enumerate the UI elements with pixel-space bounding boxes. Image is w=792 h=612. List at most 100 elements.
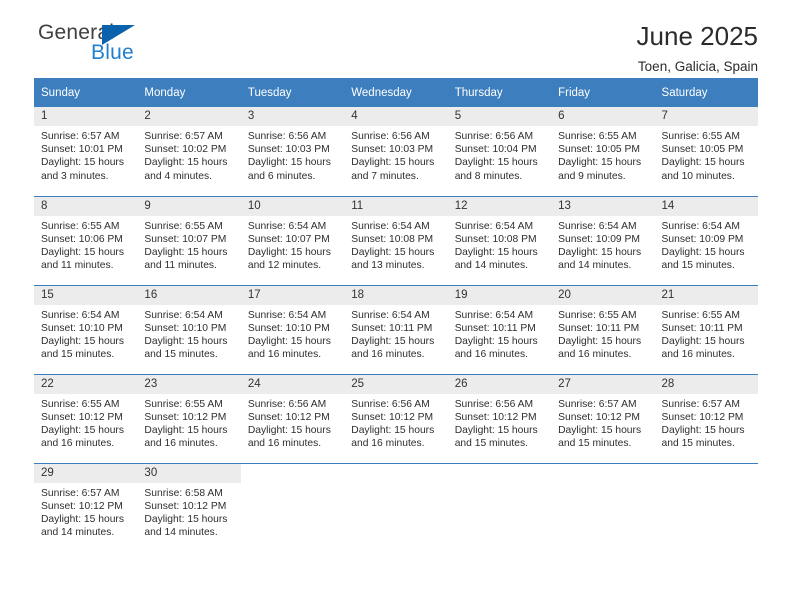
day-info: Sunrise: 6:54 AM Sunset: 10:10 PM Daylig… xyxy=(34,305,137,362)
calendar-page: General Blue June 2025 Toen, Galicia, Sp… xyxy=(0,0,792,612)
day-cell[interactable]: 26 Sunrise: 6:56 AM Sunset: 10:12 PM Day… xyxy=(447,373,552,463)
day-info: Sunrise: 6:54 AM Sunset: 10:09 PM Daylig… xyxy=(655,216,758,273)
calendar-week-row: 1 Sunrise: 6:57 AM Sunset: 10:01 PM Dayl… xyxy=(34,107,758,196)
day-cell[interactable]: 4 Sunrise: 6:56 AM Sunset: 10:03 PM Dayl… xyxy=(344,107,448,196)
sunrise-text: Sunrise: 6:54 AM xyxy=(247,220,327,232)
day-info: Sunrise: 6:57 AM Sunset: 10:02 PM Daylig… xyxy=(137,126,240,183)
daylight-text: Daylight: 15 hours and 14 minutes. xyxy=(41,513,124,539)
sunrise-text: Sunrise: 6:57 AM xyxy=(558,398,637,410)
day-number: 21 xyxy=(654,285,758,305)
day-cell[interactable]: 23 Sunrise: 6:55 AM Sunset: 10:12 PM Day… xyxy=(137,373,241,463)
sunset-text: Sunset: 10:10 PM xyxy=(144,322,227,334)
sunrise-text: Sunrise: 6:54 AM xyxy=(351,309,430,321)
sunrise-text: Sunrise: 6:57 AM xyxy=(41,487,120,499)
day-cell[interactable]: 6 Sunrise: 6:55 AM Sunset: 10:05 PM Dayl… xyxy=(551,107,655,196)
day-cell[interactable]: 1 Sunrise: 6:57 AM Sunset: 10:01 PM Dayl… xyxy=(34,107,138,196)
day-cell[interactable]: 9 Sunrise: 6:55 AM Sunset: 10:07 PM Dayl… xyxy=(137,195,241,285)
day-cell[interactable]: 20 Sunrise: 6:55 AM Sunset: 10:11 PM Day… xyxy=(551,284,655,374)
day-cell[interactable]: 8 Sunrise: 6:55 AM Sunset: 10:06 PM Dayl… xyxy=(34,195,138,285)
day-info: Sunrise: 6:57 AM Sunset: 10:12 PM Daylig… xyxy=(551,394,654,451)
sunrise-text: Sunrise: 6:55 AM xyxy=(144,220,223,232)
daylight-text: Daylight: 15 hours and 16 minutes. xyxy=(351,424,435,450)
day-info: Sunrise: 6:55 AM Sunset: 10:12 PM Daylig… xyxy=(137,394,240,451)
sunset-text: Sunset: 10:11 PM xyxy=(661,322,743,334)
day-number: 28 xyxy=(654,374,758,394)
day-number: 19 xyxy=(447,285,552,305)
daylight-text: Daylight: 15 hours and 14 minutes. xyxy=(558,246,642,272)
sunrise-text: Sunrise: 6:56 AM xyxy=(454,131,534,142)
daylight-text: Daylight: 15 hours and 10 minutes. xyxy=(661,157,745,182)
day-cell[interactable]: 18 Sunrise: 6:54 AM Sunset: 10:11 PM Day… xyxy=(344,284,448,374)
sunset-text: Sunset: 10:10 PM xyxy=(247,322,330,334)
sunset-text: Sunset: 10:09 PM xyxy=(558,233,640,245)
day-info: Sunrise: 6:54 AM Sunset: 10:07 PM Daylig… xyxy=(241,216,344,273)
day-number: 22 xyxy=(34,374,138,394)
day-cell[interactable]: 28 Sunrise: 6:57 AM Sunset: 10:12 PM Day… xyxy=(654,373,758,463)
generalblue-logo[interactable]: General Blue xyxy=(34,22,154,68)
sunrise-text: Sunrise: 6:55 AM xyxy=(558,309,637,321)
day-number: 6 xyxy=(551,107,655,126)
day-number: 14 xyxy=(654,196,758,216)
day-cell[interactable]: 25 Sunrise: 6:56 AM Sunset: 10:12 PM Day… xyxy=(344,373,448,463)
day-cell[interactable]: 10 Sunrise: 6:54 AM Sunset: 10:07 PM Day… xyxy=(240,195,345,285)
weekday-header-sunday: Sunday xyxy=(34,78,138,107)
sunset-text: Sunset: 10:11 PM xyxy=(351,322,433,334)
day-cell[interactable]: 16 Sunrise: 6:54 AM Sunset: 10:10 PM Day… xyxy=(137,284,241,374)
day-info: Sunrise: 6:55 AM Sunset: 10:11 PM Daylig… xyxy=(655,305,758,362)
day-cell[interactable]: 27 Sunrise: 6:57 AM Sunset: 10:12 PM Day… xyxy=(551,373,655,463)
day-cell[interactable]: 14 Sunrise: 6:54 AM Sunset: 10:09 PM Day… xyxy=(654,195,758,285)
daylight-text: Daylight: 15 hours and 16 minutes. xyxy=(144,424,228,450)
day-info: Sunrise: 6:54 AM Sunset: 10:08 PM Daylig… xyxy=(448,216,551,273)
day-cell[interactable]: 7 Sunrise: 6:55 AM Sunset: 10:05 PM Dayl… xyxy=(654,107,758,196)
sunset-text: Sunset: 10:12 PM xyxy=(144,500,227,512)
day-number: 17 xyxy=(240,285,345,305)
day-number: 24 xyxy=(240,374,345,394)
day-cell[interactable]: 19 Sunrise: 6:54 AM Sunset: 10:11 PM Day… xyxy=(447,284,552,374)
daylight-text: Daylight: 15 hours and 7 minutes. xyxy=(351,157,435,182)
day-info: Sunrise: 6:57 AM Sunset: 10:12 PM Daylig… xyxy=(34,483,137,540)
day-number: 30 xyxy=(137,463,241,483)
day-number: 1 xyxy=(34,107,138,126)
sunset-text: Sunset: 10:12 PM xyxy=(247,411,330,423)
day-cell[interactable]: 24 Sunrise: 6:56 AM Sunset: 10:12 PM Day… xyxy=(240,373,345,463)
weekday-header-monday: Monday xyxy=(137,78,241,107)
day-cell[interactable]: 2 Sunrise: 6:57 AM Sunset: 10:02 PM Dayl… xyxy=(137,107,241,196)
day-info: Sunrise: 6:57 AM Sunset: 10:01 PM Daylig… xyxy=(34,126,137,183)
day-number: 27 xyxy=(551,374,655,394)
day-cell[interactable]: 30 Sunrise: 6:58 AM Sunset: 10:12 PM Day… xyxy=(137,462,241,552)
sunrise-text: Sunrise: 6:57 AM xyxy=(144,131,223,142)
day-cell[interactable]: 17 Sunrise: 6:54 AM Sunset: 10:10 PM Day… xyxy=(240,284,345,374)
day-number: 4 xyxy=(344,107,448,126)
page-header: General Blue June 2025 Toen, Galicia, Sp… xyxy=(34,0,758,74)
day-cell[interactable]: 5 Sunrise: 6:56 AM Sunset: 10:04 PM Dayl… xyxy=(447,107,552,196)
sunrise-text: Sunrise: 6:56 AM xyxy=(351,131,430,142)
page-subtitle: Toen, Galicia, Spain xyxy=(637,58,758,74)
sunrise-text: Sunrise: 6:56 AM xyxy=(454,398,534,410)
title-block: June 2025 Toen, Galicia, Spain xyxy=(637,21,758,74)
day-info: Sunrise: 6:54 AM Sunset: 10:11 PM Daylig… xyxy=(448,305,551,362)
day-number xyxy=(241,464,344,483)
day-info: Sunrise: 6:55 AM Sunset: 10:11 PM Daylig… xyxy=(551,305,654,362)
day-cell[interactable]: 29 Sunrise: 6:57 AM Sunset: 10:12 PM Day… xyxy=(34,462,138,552)
day-info: Sunrise: 6:56 AM Sunset: 10:12 PM Daylig… xyxy=(448,394,551,451)
daylight-text: Daylight: 15 hours and 15 minutes. xyxy=(144,335,228,361)
day-cell[interactable]: 11 Sunrise: 6:54 AM Sunset: 10:08 PM Day… xyxy=(344,195,448,285)
weekday-header-saturday: Saturday xyxy=(654,78,758,107)
sunrise-text: Sunrise: 6:56 AM xyxy=(247,131,327,142)
day-cell[interactable]: 15 Sunrise: 6:54 AM Sunset: 10:10 PM Day… xyxy=(34,284,138,374)
daylight-text: Daylight: 15 hours and 6 minutes. xyxy=(247,157,331,182)
daylight-text: Daylight: 15 hours and 3 minutes. xyxy=(41,157,124,182)
sunset-text: Sunset: 10:12 PM xyxy=(41,500,123,512)
day-cell[interactable]: 21 Sunrise: 6:55 AM Sunset: 10:11 PM Day… xyxy=(654,284,758,374)
day-number xyxy=(551,464,654,483)
day-number: 9 xyxy=(137,196,241,216)
sunset-text: Sunset: 10:11 PM xyxy=(454,322,536,334)
sunrise-text: Sunrise: 6:55 AM xyxy=(41,220,120,232)
calendar-table: Sunday Monday Tuesday Wednesday Thursday… xyxy=(34,78,758,552)
day-cell[interactable]: 3 Sunrise: 6:56 AM Sunset: 10:03 PM Dayl… xyxy=(240,107,345,196)
day-cell[interactable]: 13 Sunrise: 6:54 AM Sunset: 10:09 PM Day… xyxy=(551,195,655,285)
daylight-text: Daylight: 15 hours and 16 minutes. xyxy=(454,335,538,361)
day-cell[interactable]: 22 Sunrise: 6:55 AM Sunset: 10:12 PM Day… xyxy=(34,373,138,463)
day-cell[interactable]: 12 Sunrise: 6:54 AM Sunset: 10:08 PM Day… xyxy=(447,195,552,285)
daylight-text: Daylight: 15 hours and 15 minutes. xyxy=(41,335,124,361)
